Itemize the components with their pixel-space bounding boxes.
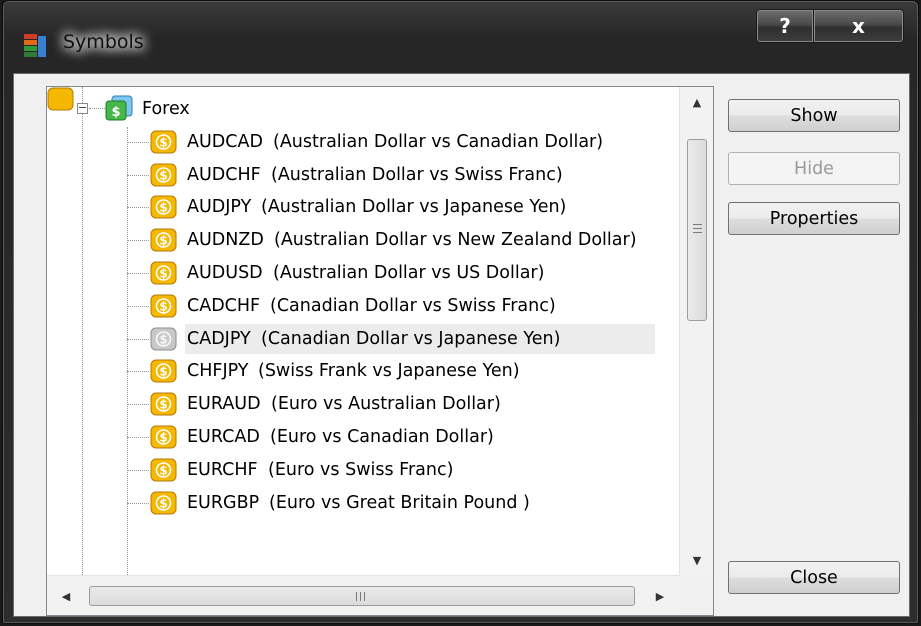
symbol-code: CADCHF <box>187 295 261 316</box>
svg-text:$: $ <box>159 135 167 149</box>
vertical-scroll-thumb[interactable] <box>687 139 707 321</box>
tree-item-audnzd[interactable]: $ AUDNZD (Australian Dollar vs New Zealand… <box>47 224 677 256</box>
svg-text:$: $ <box>159 299 167 313</box>
svg-text:$: $ <box>159 201 167 215</box>
dollar-coin-icon: $ <box>150 392 177 416</box>
collapse-icon[interactable]: − <box>77 102 88 114</box>
tree-item-cadjpy[interactable]: $ CADJPY (Canadian Dollar vs Japanese Yen) <box>47 323 677 355</box>
tree-root-forex[interactable]: − $ Forex <box>47 93 677 125</box>
svg-text:$: $ <box>159 398 167 412</box>
horizontal-scrollbar[interactable]: ◀ ▶ <box>47 575 679 615</box>
scroll-left-arrow-icon[interactable]: ◀ <box>51 576 81 616</box>
tree-item-cadchf[interactable]: $ CADCHF (Canadian Dollar vs Swiss Franc) <box>47 290 677 322</box>
symbols-tree[interactable]: − $ Forex $ AUDCAD (Australian Dollar vs Cana… <box>46 86 714 616</box>
hide-button[interactable]: Hide <box>728 152 900 185</box>
symbol-code: AUDNZD <box>187 230 264 251</box>
symbol-description: (Australian Dollar vs Canadian Dollar) <box>273 131 604 152</box>
svg-text:$: $ <box>159 168 167 182</box>
symbol-description: (Australian Dollar vs Japanese Yen) <box>261 197 567 218</box>
help-button[interactable]: ? <box>756 9 814 43</box>
dollar-coin-icon: $ <box>150 228 177 252</box>
tree-item-eurcad[interactable]: $ EURCAD (Euro vs Canadian Dollar) <box>47 421 677 453</box>
svg-text:$: $ <box>159 365 167 379</box>
tree-item-audcad[interactable]: $ AUDCAD (Australian Dollar vs Canadian Do… <box>47 126 677 158</box>
symbol-description: (Euro vs Canadian Dollar) <box>270 427 494 447</box>
svg-text:$: $ <box>159 267 167 281</box>
symbol-code: AUDUSD <box>187 263 263 283</box>
tree-root-label: Forex <box>142 99 190 119</box>
symbol-code: EURCHF <box>187 459 258 480</box>
dollar-coin-icon: $ <box>150 130 177 154</box>
symbol-description: (Swiss Frank vs Japanese Yen) <box>258 361 520 382</box>
dollar-coin-icon: $ <box>150 294 177 318</box>
svg-text:$: $ <box>159 463 167 477</box>
svg-text:$: $ <box>159 496 167 510</box>
tree-viewport: − $ Forex $ AUDCAD (Australian Dollar vs Cana… <box>47 87 677 575</box>
svg-text:$: $ <box>159 431 167 445</box>
symbols-dialog: Symbols ? x − $ Forex $ AUDCAD (Australian Do… <box>2 0 919 624</box>
symbol-description: (Australian Dollar vs Swiss Franc) <box>271 164 563 185</box>
title-bar[interactable]: Symbols ? x <box>3 1 918 81</box>
dollar-coin-icon: $ <box>150 327 177 351</box>
symbol-description: (Australian Dollar vs New Zealand Dollar… <box>274 230 637 251</box>
symbol-description: (Euro vs Great Britain Pound ) <box>269 492 530 513</box>
dollar-coin-icon: $ <box>150 359 177 383</box>
symbols-app-icon <box>23 32 47 58</box>
vertical-scrollbar[interactable]: ▲ ▼ <box>679 87 713 575</box>
scrollbar-corner <box>679 575 713 615</box>
symbol-code: AUDCHF <box>187 164 261 185</box>
svg-text:$: $ <box>159 332 167 346</box>
symbol-code: EURAUD <box>187 394 261 415</box>
dollar-coin-icon: $ <box>150 195 177 219</box>
symbol-description: (Australian Dollar vs US Dollar) <box>273 263 545 283</box>
properties-button[interactable]: Properties <box>728 202 900 235</box>
symbol-code: CADJPY <box>187 328 251 349</box>
symbol-description: (Euro vs Australian Dollar) <box>271 394 501 415</box>
title-buttons: ? x <box>756 9 904 43</box>
dialog-client-area: − $ Forex $ AUDCAD (Australian Dollar vs Cana… <box>13 73 910 617</box>
scroll-down-arrow-icon[interactable]: ▼ <box>680 545 714 575</box>
window-title: Symbols <box>63 31 144 53</box>
symbol-code: AUDJPY <box>187 197 252 218</box>
symbol-code: EURCAD <box>187 427 260 447</box>
svg-text:$: $ <box>111 105 120 120</box>
svg-text:$: $ <box>159 234 167 248</box>
symbol-description: (Canadian Dollar vs Swiss Franc) <box>270 295 556 316</box>
symbol-code: EURGBP <box>187 492 260 513</box>
symbol-description: (Canadian Dollar vs Japanese Yen) <box>261 328 561 349</box>
show-button[interactable]: Show <box>728 99 900 132</box>
tree-item-eurgbp[interactable]: $ EURGBP (Euro vs Great Britain Pound ) <box>47 487 677 519</box>
tree-item-chfjpy[interactable]: $ CHFJPY (Swiss Frank vs Japanese Yen) <box>47 355 677 387</box>
dollar-coin-icon: $ <box>150 261 177 285</box>
symbol-code: CHFJPY <box>187 361 249 382</box>
tree-item-eurchf[interactable]: $ EURCHF (Euro vs Swiss Franc) <box>47 454 677 486</box>
scroll-right-arrow-icon[interactable]: ▶ <box>645 576 675 616</box>
dollar-coin-icon: $ <box>150 163 177 187</box>
symbol-code: AUDCAD <box>187 131 263 152</box>
dollar-coin-icon: $ <box>150 458 177 482</box>
close-window-button[interactable]: x <box>814 9 904 43</box>
tree-item-euraud[interactable]: $ EURAUD (Euro vs Australian Dollar) <box>47 388 677 420</box>
close-button[interactable]: Close <box>728 561 900 594</box>
symbol-description: (Euro vs Swiss Franc) <box>268 459 454 480</box>
tree-item-audjpy[interactable]: $ AUDJPY (Australian Dollar vs Japanese Ye… <box>47 191 677 223</box>
scroll-up-arrow-icon[interactable]: ▲ <box>680 87 714 117</box>
dollar-coin-icon: $ <box>150 491 177 515</box>
dollar-coin-icon: $ <box>150 425 177 449</box>
horizontal-scroll-thumb[interactable] <box>89 586 635 606</box>
forex-folder-icon: $ <box>104 94 133 121</box>
tree-item-audusd[interactable]: $ AUDUSD (Australian Dollar vs US Dollar) <box>47 257 677 289</box>
tree-item-audchf[interactable]: $ AUDCHF (Australian Dollar vs Swiss Franc… <box>47 159 677 191</box>
